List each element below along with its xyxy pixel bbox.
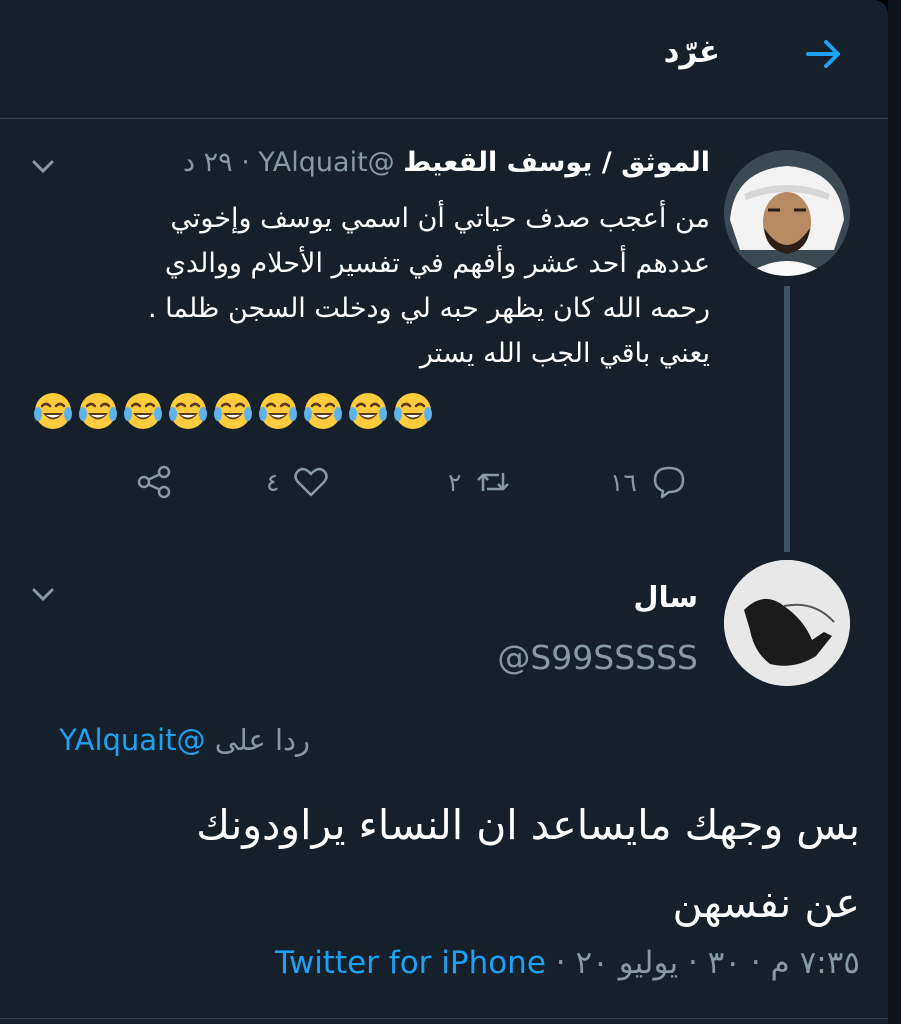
share-button[interactable]: [136, 462, 172, 502]
avatar[interactable]: [724, 560, 850, 686]
thread-connector: [784, 286, 790, 552]
tweet-line: يعني باقي الجب الله يستر: [419, 338, 710, 369]
laughing-tears-emoji: [79, 393, 117, 429]
share-icon: [137, 465, 171, 499]
tweet-menu-button[interactable]: [28, 152, 58, 182]
timestamp: ٧:٣٥ م · ٣٠ · يوليو ٢٠ ·: [555, 945, 860, 981]
tweet-header: الموثق / يوسف القعيط @YAlquait · ٢٩ د: [183, 147, 710, 178]
author-handle-time[interactable]: @YAlquait · ٢٩ د: [183, 147, 395, 178]
tweet-menu-button[interactable]: [28, 580, 58, 610]
tweet-line: من أعجب صدف حياتي أن اسمي يوسف وإخوتي: [170, 203, 710, 234]
like-button[interactable]: ٤: [266, 462, 329, 502]
laughing-tears-emoji: [394, 393, 432, 429]
screen-edge: [888, 0, 901, 1024]
like-count: ٤: [266, 467, 280, 497]
author-name[interactable]: الموثق / يوسف القعيط: [403, 147, 710, 178]
replying-to-handle[interactable]: @YAlquait: [59, 723, 205, 757]
replying-to: ردا على @YAlquait: [59, 723, 310, 757]
retweet-icon: [477, 473, 510, 491]
author-photo: [724, 560, 850, 686]
reply-text: بس وجهك مايساعد ان النساء يراودونك عن نف…: [60, 786, 860, 942]
author-photo: [724, 150, 850, 276]
tweet-detail-screen: غرّد الموثق / يوسف القعيط @YAlquait · ٢٩…: [0, 0, 888, 1024]
arrow-right-icon: [806, 40, 840, 68]
tweet-line: عددهم أحد عشر وأفهم في تفسير الأحلام ووا…: [164, 248, 710, 279]
laughing-tears-emoji: [124, 393, 162, 429]
laughing-tears-emoji: [214, 393, 252, 429]
replying-to-label: ردا على: [214, 723, 310, 757]
source-link[interactable]: Twitter for iPhone: [275, 945, 546, 981]
laughing-tears-emoji: [34, 393, 72, 429]
retweet-button[interactable]: ٢: [448, 462, 511, 502]
divider: [0, 1018, 888, 1019]
avatar[interactable]: [724, 150, 850, 276]
reply-line: عن نفسهن: [672, 879, 860, 927]
comment-icon: [653, 466, 685, 499]
chevron-down-icon: [32, 160, 54, 174]
back-button[interactable]: [800, 30, 848, 78]
retweet-count: ٢: [448, 467, 462, 497]
laughing-tears-emoji: [349, 393, 387, 429]
emoji-row: [32, 390, 434, 432]
page-title: غرّد: [663, 34, 720, 70]
author-name[interactable]: سال: [633, 580, 698, 614]
reply-line: بس وجهك مايساعد ان النساء يراودونك: [196, 801, 860, 849]
author-handle[interactable]: @S99SSSSS: [497, 638, 698, 677]
tweet-text: من أعجب صدف حياتي أن اسمي يوسف وإخوتي عد…: [30, 196, 710, 376]
heart-icon: [294, 467, 329, 497]
laughing-tears-emoji: [304, 393, 342, 429]
chevron-down-icon: [32, 588, 54, 602]
laughing-tears-emoji: [259, 393, 297, 429]
reply-count: ١٦: [610, 467, 637, 497]
reply-button[interactable]: ١٦: [610, 462, 687, 502]
laughing-tears-emoji: [169, 393, 207, 429]
top-bar: غرّد: [0, 0, 888, 119]
tweet-line: رحمه الله كان يظهر حبه لي ودخلت السجن ظل…: [147, 293, 710, 324]
tweet-footer: ٧:٣٥ م · ٣٠ · يوليو ٢٠ · Twitter for iPh…: [275, 945, 860, 981]
